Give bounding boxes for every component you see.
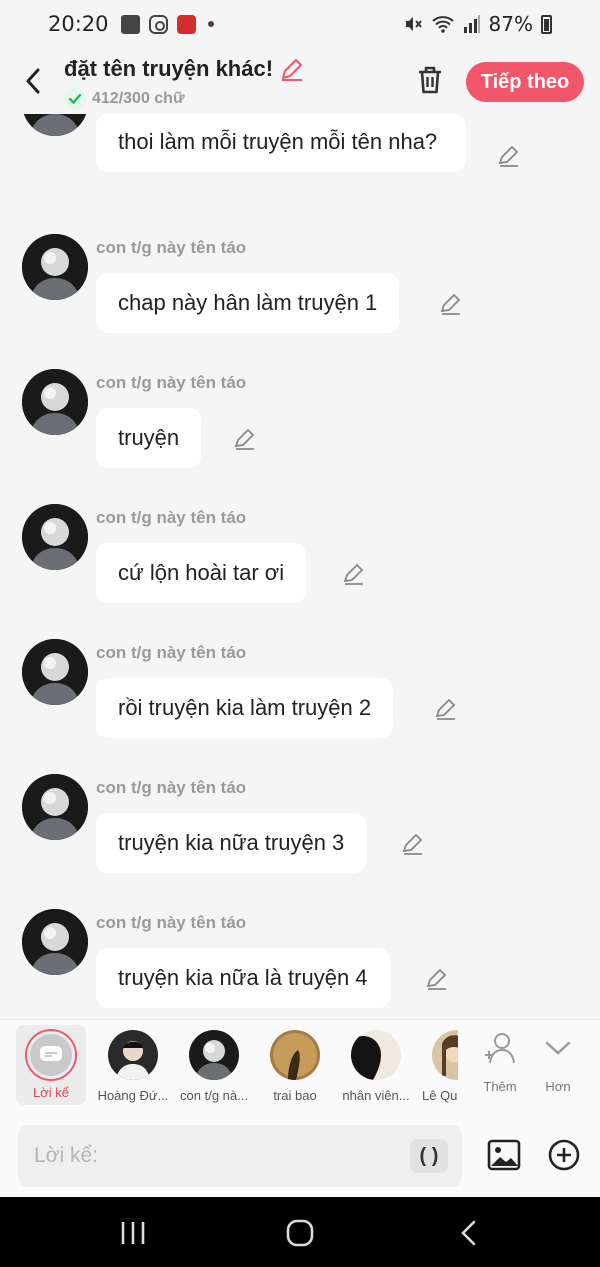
narrator-chat-icon: [30, 1034, 72, 1076]
title-block: đặt tên truyện khác! 412/300 chữ: [64, 56, 305, 110]
narrator-option[interactable]: Lời kể: [16, 1025, 86, 1105]
edit-pencil-icon[interactable]: [425, 967, 449, 991]
back-icon[interactable]: [455, 1219, 485, 1247]
edit-pencil-icon[interactable]: [434, 697, 458, 721]
editor-header: đặt tên truyện khác! 412/300 chữ Tiếp th…: [0, 48, 600, 114]
chat-list[interactable]: thoi làm mỗi truyện mỗi tên nha? con t/g…: [0, 114, 600, 1019]
narrator-label: Lời kể: [33, 1085, 69, 1100]
word-count: 412/300 chữ: [64, 88, 305, 110]
character-selector: Lời kể Hoàng Đứ... con t/g nà... trai ba…: [0, 1019, 600, 1115]
system-nav-bar: [0, 1197, 600, 1267]
instagram-icon: [148, 14, 168, 34]
edit-pencil-icon[interactable]: [342, 562, 366, 586]
character-avatar: [270, 1030, 320, 1080]
add-character-button[interactable]: Thêm: [472, 1030, 528, 1094]
character-name: Hoàng Đứ...: [97, 1088, 169, 1103]
parentheses-button[interactable]: ( ): [410, 1139, 448, 1173]
notification-icons: [120, 14, 214, 34]
add-person-icon: [485, 1033, 515, 1064]
message-bubble[interactable]: chap này hân làm truyện 1: [96, 273, 400, 333]
character-name: nhân viên...: [342, 1088, 410, 1103]
back-arrow-icon[interactable]: [22, 66, 46, 96]
mute-icon: [405, 17, 422, 31]
image-icon[interactable]: [486, 1137, 522, 1173]
more-notifications-dot: [207, 21, 214, 27]
home-icon[interactable]: [285, 1219, 315, 1247]
story-title[interactable]: đặt tên truyện khác!: [64, 56, 305, 82]
edit-pencil-icon[interactable]: [497, 144, 521, 168]
message-author: con t/g này tên táo: [96, 508, 247, 527]
add-character-label: Thêm: [483, 1079, 517, 1094]
message-author: con t/g này tên táo: [96, 778, 247, 797]
character-option[interactable]: nhân viên...: [335, 1026, 417, 1103]
character-name: trai bao: [273, 1088, 317, 1103]
message-author: con t/g này tên táo: [96, 373, 247, 392]
edit-pencil-icon[interactable]: [439, 292, 463, 316]
check-icon: [64, 88, 86, 110]
avatar[interactable]: [22, 909, 88, 975]
word-count-text: 412/300 chữ: [92, 90, 185, 107]
avatar[interactable]: [22, 114, 88, 136]
message-author: con t/g này tên táo: [96, 913, 247, 932]
avatar[interactable]: [22, 774, 88, 840]
signal-icon: [463, 15, 480, 33]
character-avatar: [351, 1030, 401, 1080]
avatar[interactable]: [22, 639, 88, 705]
composer: ( ): [0, 1115, 600, 1197]
story-title-text: đặt tên truyện khác!: [64, 56, 274, 81]
battery-percent: 87%: [488, 12, 533, 36]
wifi-icon: [431, 16, 454, 33]
character-option[interactable]: Hoàng Đứ...: [92, 1026, 174, 1103]
message-input[interactable]: [18, 1125, 462, 1187]
message-bubble[interactable]: thoi làm mỗi truyện mỗi tên nha?: [96, 114, 466, 172]
character-option[interactable]: trai bao: [254, 1026, 336, 1103]
more-label: Hơn: [545, 1079, 571, 1094]
more-characters-button[interactable]: Hơn: [530, 1030, 586, 1094]
system-icons: 87%: [403, 12, 552, 36]
avatar[interactable]: [22, 234, 88, 300]
character-avatar: [189, 1030, 239, 1080]
character-name: con t/g nà...: [180, 1088, 248, 1103]
message-author: con t/g này tên táo: [96, 238, 247, 257]
character-option[interactable]: con t/g nà...: [173, 1026, 255, 1103]
character-avatar: [432, 1030, 458, 1080]
chevron-down-icon: [545, 1041, 571, 1055]
next-button[interactable]: Tiếp theo: [466, 62, 584, 102]
edit-pencil-icon[interactable]: [233, 427, 257, 451]
message-bubble[interactable]: rồi truyện kia làm truyện 2: [96, 678, 394, 738]
recent-apps-icon[interactable]: [118, 1219, 148, 1247]
add-circle-icon[interactable]: [546, 1137, 582, 1173]
message-bubble[interactable]: cứ lộn hoài tar ơi: [96, 543, 307, 603]
message-bubble[interactable]: truyện kia nữa là truyện 4: [96, 948, 390, 1008]
battery-icon: [541, 14, 552, 34]
gallery-icon: [120, 14, 140, 34]
app-notification-icon: [176, 14, 196, 34]
edit-pencil-icon[interactable]: [401, 832, 425, 856]
message-bubble[interactable]: truyện: [96, 408, 202, 468]
status-time: 20:20: [48, 12, 109, 36]
character-avatar: [108, 1030, 158, 1080]
message-author: con t/g này tên táo: [96, 643, 247, 662]
trash-icon[interactable]: [414, 64, 446, 96]
character-option[interactable]: Lê Qu: [416, 1026, 458, 1103]
avatar[interactable]: [22, 369, 88, 435]
message-bubble[interactable]: truyện kia nữa truyện 3: [96, 813, 367, 873]
narrator-ring: [25, 1029, 77, 1081]
avatar[interactable]: [22, 504, 88, 570]
edit-title-pencil-icon[interactable]: [279, 56, 305, 82]
status-bar: 20:20 87%: [0, 0, 600, 48]
character-name: Lê Qu: [422, 1088, 458, 1103]
